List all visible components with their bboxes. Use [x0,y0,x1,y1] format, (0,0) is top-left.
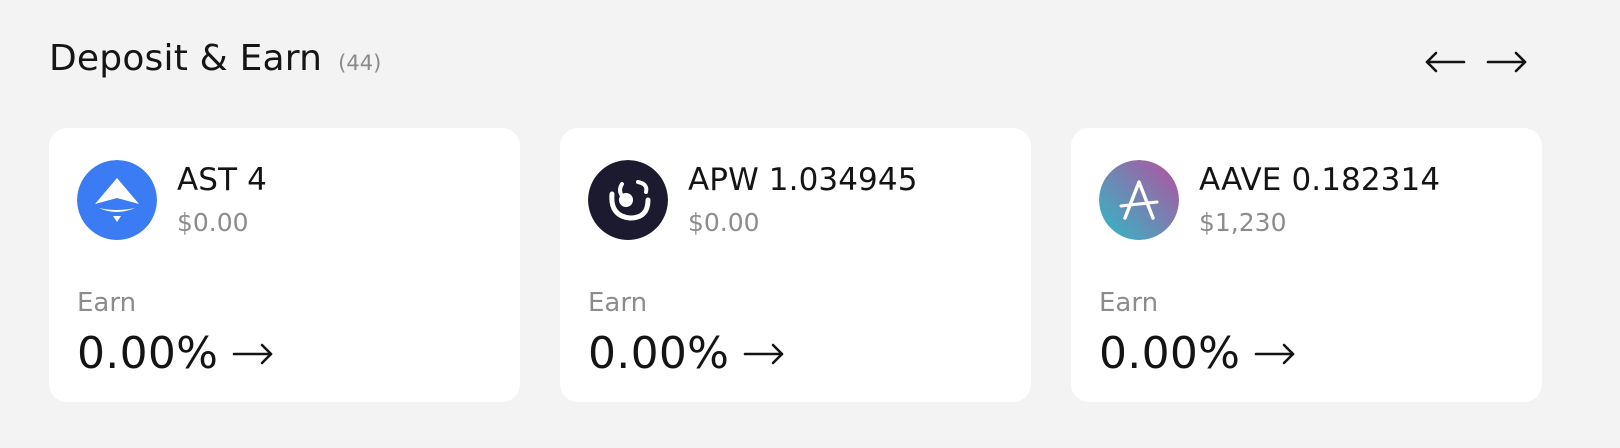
section-header: Deposit & Earn (44) [49,38,381,79]
earn-row: 0.00% [77,328,274,379]
earn-label: Earn [77,288,137,318]
token-name: AST 4 [177,162,267,198]
token-name: APW 1.034945 [688,162,918,198]
section-title: Deposit & Earn [49,38,323,79]
arrow-left-icon [1425,51,1466,73]
earn-row: 0.00% [1099,328,1296,379]
apw-token-icon [588,160,668,240]
arrow-right-icon [1486,51,1527,73]
next-button[interactable] [1486,40,1528,84]
deposit-card-aave[interactable]: AAVE 0.182314 $1,230 Earn 0.00% [1071,128,1542,402]
arrow-right-icon[interactable] [743,339,785,369]
earn-row: 0.00% [588,328,785,379]
earn-rate: 0.00% [77,328,219,379]
earn-label: Earn [588,288,648,318]
deposit-card-apw[interactable]: APW 1.034945 $0.00 Earn 0.00% [560,128,1031,402]
prev-button[interactable] [1424,40,1466,84]
earn-label: Earn [1099,288,1159,318]
token-name: AAVE 0.182314 [1199,162,1441,198]
token-value: $0.00 [177,208,249,237]
token-value: $1,230 [1199,208,1287,237]
deposit-cards: AST 4 $0.00 Earn 0.00% APW 1.034945 $0.0… [49,128,1542,402]
earn-rate: 0.00% [588,328,730,379]
earn-rate: 0.00% [1099,328,1241,379]
aave-token-icon [1099,160,1179,240]
ast-token-icon [77,160,157,240]
arrow-right-icon[interactable] [1254,339,1296,369]
arrow-right-icon[interactable] [232,339,274,369]
deposit-card-ast[interactable]: AST 4 $0.00 Earn 0.00% [49,128,520,402]
carousel-nav [1424,40,1528,84]
token-value: $0.00 [688,208,760,237]
item-count: (44) [338,51,382,75]
